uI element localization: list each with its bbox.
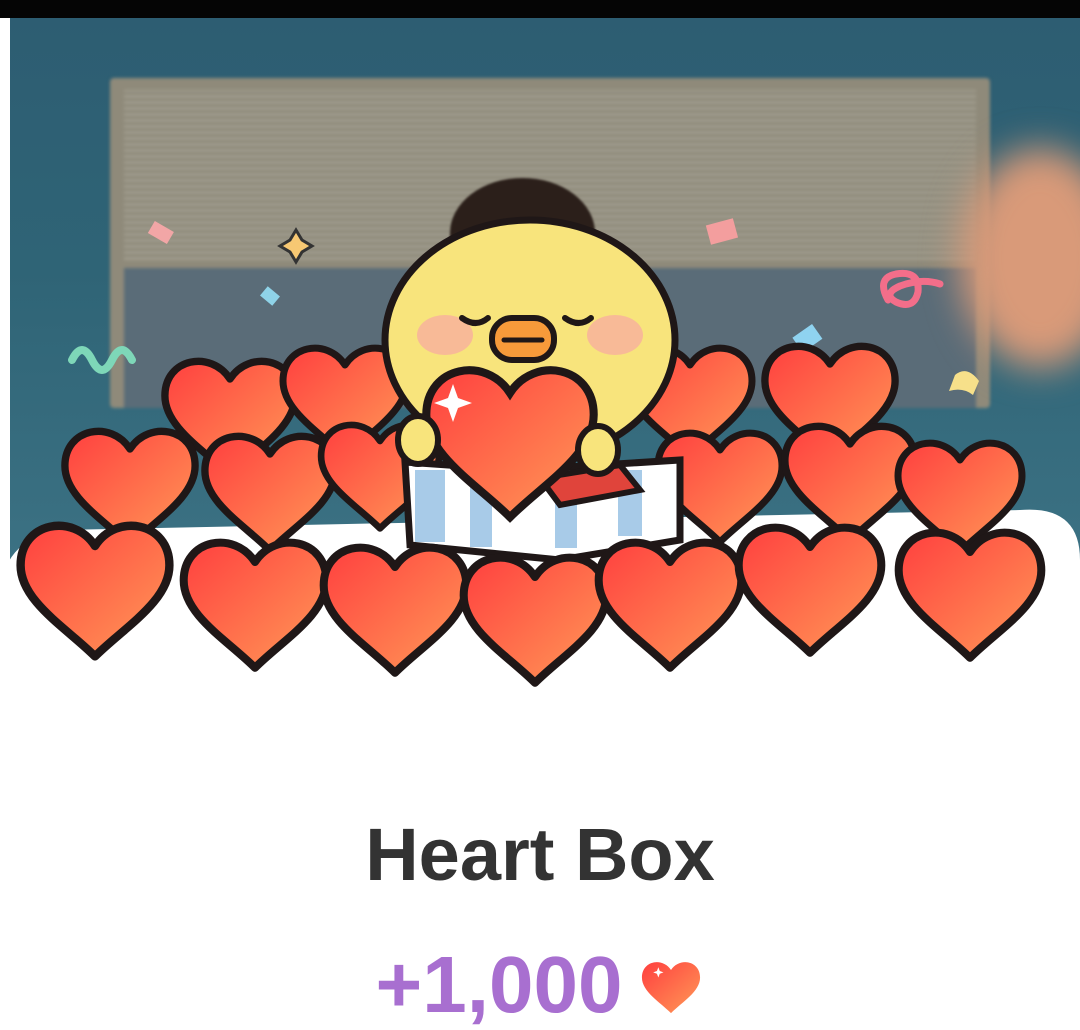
- reward-amount: +1,000: [375, 940, 623, 1029]
- reward-title: Heart Box: [365, 813, 715, 896]
- reward-amount-row: +1,000: [0, 940, 1080, 1030]
- heart-icon: [642, 962, 701, 1014]
